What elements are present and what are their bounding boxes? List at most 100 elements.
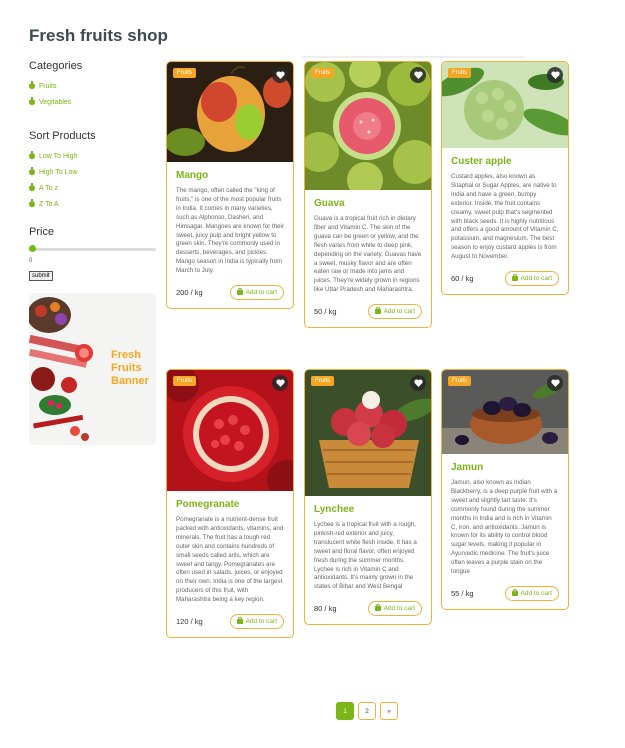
- sort-label: Low To High: [39, 152, 78, 160]
- product-card-lynchee[interactable]: Fruits Lynchee Lychee is a tropical frui…: [304, 369, 432, 626]
- shopping-bag-icon: [236, 288, 243, 296]
- product-card-guava[interactable]: Fruits Guava Guava is a tropical fruit r…: [304, 61, 432, 329]
- product-name[interactable]: Pomegranate: [176, 499, 284, 510]
- banner-fruits-image: [29, 293, 109, 445]
- apple-icon: [29, 167, 35, 175]
- shopping-bag-icon: [374, 604, 381, 612]
- price-value: 0: [29, 258, 33, 264]
- card-footer: 55 / kg Add to cart: [451, 585, 559, 601]
- card-footer: 50 / kg Add to cart: [314, 304, 422, 320]
- heart-icon[interactable]: [410, 67, 426, 83]
- shopping-bag-icon: [374, 307, 381, 315]
- product-price: 120 / kg: [176, 617, 203, 627]
- product-description: The mango, often called the "king of fru…: [176, 187, 284, 275]
- heart-icon[interactable]: [272, 67, 288, 83]
- sort-label: A To z: [39, 184, 58, 192]
- sort-section: Sort Products Low To High High To Low A …: [29, 130, 157, 212]
- product-name[interactable]: Lynchee: [314, 504, 422, 515]
- product-name[interactable]: Mango: [176, 170, 284, 181]
- card-footer: 200 / kg Add to cart: [176, 285, 284, 301]
- product-card-custer-apple[interactable]: Fruits Custer apple Custard apples, also…: [441, 61, 569, 296]
- product-price: 200 / kg: [176, 288, 203, 298]
- categories-section: Categories Fruits Vegitables: [29, 60, 157, 110]
- category-label: Fruits: [39, 82, 57, 90]
- product-name[interactable]: Jamun: [451, 462, 559, 473]
- product-description: Custard apples, also known as Sitaphal o…: [451, 173, 559, 261]
- heart-icon[interactable]: [272, 375, 288, 391]
- product-description: Lychee is a tropical fruit with a rough,…: [314, 521, 417, 591]
- banner-line: Fresh: [111, 349, 141, 361]
- card-body: Guava Guava is a tropical fruit rich in …: [305, 190, 431, 327]
- page-title: Fresh fruits shop: [29, 26, 168, 45]
- categories-heading: Categories: [29, 60, 83, 72]
- card-body: Jamun Jamun, also known as Indian Blackb…: [442, 454, 568, 609]
- product-image: Fruits: [167, 370, 293, 491]
- card-body: Custer apple Custard apples, also known …: [442, 148, 568, 294]
- apple-icon: [29, 81, 35, 89]
- page-button-1[interactable]: 1: [336, 702, 354, 720]
- category-badge: Fruits: [173, 376, 196, 386]
- slider-thumb[interactable]: [29, 245, 36, 252]
- sort-low-to-high[interactable]: Low To High: [29, 148, 157, 164]
- heart-icon[interactable]: [547, 375, 563, 391]
- category-fruits[interactable]: Fruits: [29, 78, 157, 94]
- cart-label: Add to cart: [245, 289, 277, 297]
- card-footer: 80 / kg Add to cart: [314, 601, 422, 617]
- submit-button[interactable]: submit: [29, 271, 53, 281]
- product-card-pomegranate[interactable]: Fruits Pomegranate Pomegranate is a nutr…: [166, 369, 294, 639]
- shopping-bag-icon: [511, 588, 518, 596]
- apple-icon: [29, 199, 35, 207]
- price-slider[interactable]: [29, 244, 156, 254]
- banner-line: Fruits: [111, 362, 142, 374]
- category-badge: Fruits: [173, 68, 196, 78]
- heart-icon[interactable]: [410, 375, 426, 391]
- product-name[interactable]: Guava: [314, 198, 422, 209]
- banner-text: Fresh Fruits Banner: [111, 349, 149, 388]
- promo-banner[interactable]: Fresh Fruits Banner: [29, 293, 156, 445]
- card-body: Pomegranate Pomegranate is a nutrient-de…: [167, 491, 293, 637]
- product-image: Fruits: [442, 62, 568, 148]
- category-label: Vegitables: [39, 98, 72, 106]
- sort-a-to-z[interactable]: A To z: [29, 180, 157, 196]
- product-description: Jamun, also known as Indian Blackberry, …: [451, 479, 558, 576]
- pagination: 1 2 »: [336, 702, 398, 720]
- product-image: Fruits: [167, 62, 293, 162]
- banner-line: Banner: [111, 375, 149, 387]
- sort-label: Z To A: [39, 200, 59, 208]
- category-badge: Fruits: [448, 68, 471, 78]
- product-card-jamun[interactable]: Fruits Jamun Jamun, also known as Indian…: [441, 369, 569, 610]
- product-description: Guava is a tropical fruit rich in dietar…: [314, 215, 422, 294]
- price-heading: Price: [29, 226, 55, 238]
- next-page-button[interactable]: »: [380, 702, 398, 720]
- category-badge: Fruits: [311, 376, 334, 386]
- shopping-bag-icon: [511, 274, 518, 282]
- cart-label: Add to cart: [520, 275, 552, 283]
- product-image: Fruits: [305, 370, 431, 496]
- category-vegitables[interactable]: Vegitables: [29, 94, 157, 110]
- add-to-cart-button[interactable]: Add to cart: [229, 285, 284, 301]
- page-button-2[interactable]: 2: [358, 702, 376, 720]
- card-footer: 120 / kg Add to cart: [176, 614, 284, 630]
- product-name[interactable]: Custer apple: [451, 156, 559, 167]
- product-card-mango[interactable]: Fruits Mango The mango, often called the…: [166, 61, 294, 310]
- add-to-cart-button[interactable]: Add to cart: [367, 304, 422, 320]
- cart-label: Add to cart: [383, 308, 415, 316]
- product-price: 60 / kg: [451, 274, 474, 284]
- apple-icon: [29, 183, 35, 191]
- product-price: 80 / kg: [314, 604, 337, 614]
- add-to-cart-button[interactable]: Add to cart: [367, 601, 422, 617]
- slider-track: [29, 248, 156, 251]
- shopping-bag-icon: [236, 617, 243, 625]
- product-price: 50 / kg: [314, 307, 337, 317]
- cart-label: Add to cart: [520, 589, 552, 597]
- category-badge: Fruits: [311, 68, 334, 78]
- card-body: Lynchee Lychee is a tropical fruit with …: [305, 496, 431, 624]
- divider: [302, 56, 524, 58]
- add-to-cart-button[interactable]: Add to cart: [229, 614, 284, 630]
- sort-high-to-low[interactable]: High To Low: [29, 164, 157, 180]
- add-to-cart-button[interactable]: Add to cart: [504, 271, 559, 287]
- sort-z-to-a[interactable]: Z To A: [29, 196, 157, 212]
- add-to-cart-button[interactable]: Add to cart: [504, 585, 559, 601]
- sort-heading: Sort Products: [29, 130, 96, 142]
- heart-icon[interactable]: [547, 67, 563, 83]
